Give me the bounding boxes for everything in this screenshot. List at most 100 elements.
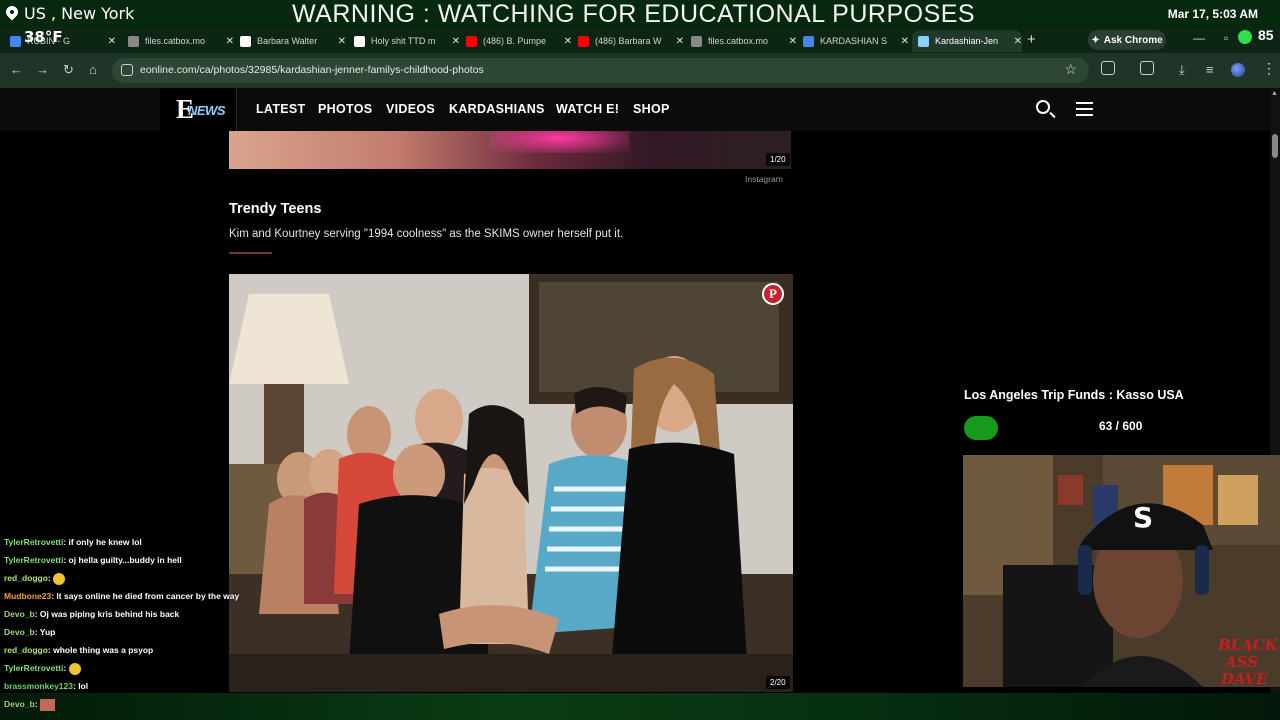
nav-photos[interactable]: PHOTOS xyxy=(318,102,372,116)
new-tab-button[interactable]: + xyxy=(1027,31,1036,48)
slide-counter: 2/20 xyxy=(766,676,790,689)
nav-latest[interactable]: LATEST xyxy=(256,102,305,116)
youtube-icon xyxy=(578,35,589,47)
close-tab-icon[interactable]: ✕ xyxy=(1014,36,1022,47)
chat-message: TylerRetrovetti: oj hella guilty...buddy… xyxy=(4,554,264,572)
chat-message: brassmonkey123: lol xyxy=(4,680,264,698)
browser-tab[interactable]: Holy shit TTD m ✕ xyxy=(348,30,460,52)
nav-shop[interactable]: SHOP xyxy=(633,102,670,116)
chat-username[interactable]: Devo_b xyxy=(4,627,35,637)
funds-title: Los Angeles Trip Funds : Kasso USA xyxy=(964,388,1184,402)
enews-logo-news[interactable]: NEWS xyxy=(188,103,226,118)
chat-message: TylerRetrovetti: if only he knew lol xyxy=(4,536,264,554)
chat-text: : Yup xyxy=(34,627,56,637)
tab-title: KARDASHIAN S xyxy=(820,36,888,46)
hamburger-menu-icon[interactable] xyxy=(1076,102,1093,116)
browser-tab[interactable]: files.catbox.mo ✕ xyxy=(685,30,797,52)
chat-username[interactable]: TylerRetrovetti xyxy=(4,555,63,565)
webcam-illustration: S BLACK ASS DAVE xyxy=(963,455,1280,687)
tab-title: files.catbox.mo xyxy=(708,36,769,46)
previous-slide-counter: 1/20 xyxy=(766,153,790,166)
chat-username[interactable]: brassmonkey123 xyxy=(4,681,73,691)
browser-tab[interactable]: Barbara Walter ✕ xyxy=(234,30,346,52)
wikipedia-icon xyxy=(240,35,251,47)
browser-tab[interactable]: KARDASHIAN S ✕ xyxy=(797,30,909,52)
scrollbar-thumb[interactable] xyxy=(1272,134,1278,158)
download-icon[interactable]: ⤓ xyxy=(1179,62,1185,78)
browser-tab[interactable]: (486) Barbara W ✕ xyxy=(572,30,684,52)
site-info-icon[interactable] xyxy=(121,64,133,76)
chat-message: TylerRetrovetti: xyxy=(4,662,264,680)
datetime-text: Mar 17, 5:03 AM xyxy=(1167,7,1258,21)
globe-icon xyxy=(691,35,702,47)
profile-avatar[interactable] xyxy=(1231,63,1245,77)
url-text[interactable]: eonline.com/ca/photos/32985/kardashian-j… xyxy=(140,64,484,76)
svg-text:BLACK: BLACK xyxy=(1217,636,1279,654)
chat-message: Mudbone23: It says online he died from c… xyxy=(4,590,264,608)
location-widget: US , New York xyxy=(6,4,134,23)
close-tab-icon[interactable]: ✕ xyxy=(564,36,572,47)
temperature-text: 38°F xyxy=(24,28,63,46)
forward-icon[interactable]: → xyxy=(36,62,49,77)
svg-text:DAVE: DAVE xyxy=(1220,670,1268,687)
emoji-icon xyxy=(53,572,66,585)
omnibox[interactable]: eonline.com/ca/photos/32985/kardashian-j… xyxy=(112,58,1089,83)
close-tab-icon[interactable]: ✕ xyxy=(901,36,909,47)
chat-username[interactable]: Mudbone23 xyxy=(4,591,51,601)
chat-text: : xyxy=(63,663,69,673)
minimize-icon[interactable]: — xyxy=(1193,31,1205,45)
chat-username[interactable]: Devo_b xyxy=(4,699,35,709)
sparkle-icon: ✦ xyxy=(1091,34,1100,46)
browser-tab[interactable]: Kardashian-Jen ✕ xyxy=(912,30,1022,52)
site-nav-bar: E NEWS LATEST PHOTOS VIDEOS KARDASHIANS … xyxy=(0,88,1270,131)
enews-icon xyxy=(918,35,929,47)
chat-username[interactable]: Devo_b xyxy=(4,609,35,619)
pinterest-save-icon[interactable]: P xyxy=(762,283,784,305)
restore-icon[interactable]: ▫ xyxy=(1224,31,1228,45)
warning-banner: WARNING : WATCHING FOR EDUCATIONAL PURPO… xyxy=(292,0,976,28)
bookmark-star-icon[interactable]: ☆ xyxy=(1064,61,1077,78)
reload-icon[interactable]: ↻ xyxy=(63,62,74,78)
reading-list-icon[interactable]: ≡ xyxy=(1206,62,1214,77)
nav-watch-e[interactable]: WATCH E! xyxy=(556,102,619,116)
overlay-side-number: 85 xyxy=(1258,27,1274,43)
search-icon[interactable] xyxy=(1036,100,1050,114)
scroll-up-arrow-icon[interactable]: ▲ xyxy=(1271,90,1278,97)
stream-overlay-top: US , New York WARNING : WATCHING FOR EDU… xyxy=(0,0,1280,28)
close-tab-icon[interactable]: ✕ xyxy=(676,36,684,47)
streamer-webcam: S BLACK ASS DAVE xyxy=(963,455,1280,687)
chat-text: : if only he knew lol xyxy=(63,537,142,547)
location-pin-icon xyxy=(6,6,18,22)
browser-tab[interactable]: (486) B. Pumpe ✕ xyxy=(460,30,572,52)
chat-text: : Oj was piping kris behind his back xyxy=(34,609,180,619)
close-tab-icon[interactable]: ✕ xyxy=(108,36,116,47)
close-tab-icon[interactable]: ✕ xyxy=(226,36,234,47)
back-icon[interactable]: ← xyxy=(10,62,23,77)
browser-tab[interactable]: files.catbox.mo ✕ xyxy=(122,30,234,52)
chat-message: Devo_b: xyxy=(4,698,264,716)
funds-count: 63 / 600 xyxy=(1099,419,1143,433)
s-icon xyxy=(354,35,365,47)
cast-icon[interactable] xyxy=(1140,61,1154,75)
chat-username[interactable]: red_doggo xyxy=(4,573,48,583)
chat-username[interactable]: TylerRetrovetti xyxy=(4,537,63,547)
close-tab-icon[interactable]: ✕ xyxy=(338,36,346,47)
extensions-icon[interactable] xyxy=(1101,61,1115,75)
chat-username[interactable]: TylerRetrovetti xyxy=(4,663,63,673)
tab-title: (486) B. Pumpe xyxy=(483,36,547,46)
chat-username[interactable]: red_doggo xyxy=(4,645,48,655)
tab-title: files.catbox.mo xyxy=(145,36,206,46)
ask-chrome-button[interactable]: ✦ Ask Chrome xyxy=(1088,30,1166,50)
nav-videos[interactable]: VIDEOS xyxy=(386,102,435,116)
svg-text:S: S xyxy=(1133,501,1153,534)
browser-address-bar: ← → ↻ ⌂ eonline.com/ca/photos/32985/kard… xyxy=(0,53,1280,88)
close-tab-icon[interactable]: ✕ xyxy=(452,36,460,47)
nav-kardashians[interactable]: KARDASHIANS xyxy=(449,102,545,116)
chat-text: : lol xyxy=(73,681,89,691)
home-icon[interactable]: ⌂ xyxy=(89,62,97,77)
menu-kebab-icon[interactable]: ⋮ xyxy=(1262,60,1276,77)
youtube-icon xyxy=(466,35,477,47)
close-tab-icon[interactable]: ✕ xyxy=(789,36,797,47)
family-photo-illustration xyxy=(229,274,793,692)
photo-credit: Instagram xyxy=(745,174,783,184)
